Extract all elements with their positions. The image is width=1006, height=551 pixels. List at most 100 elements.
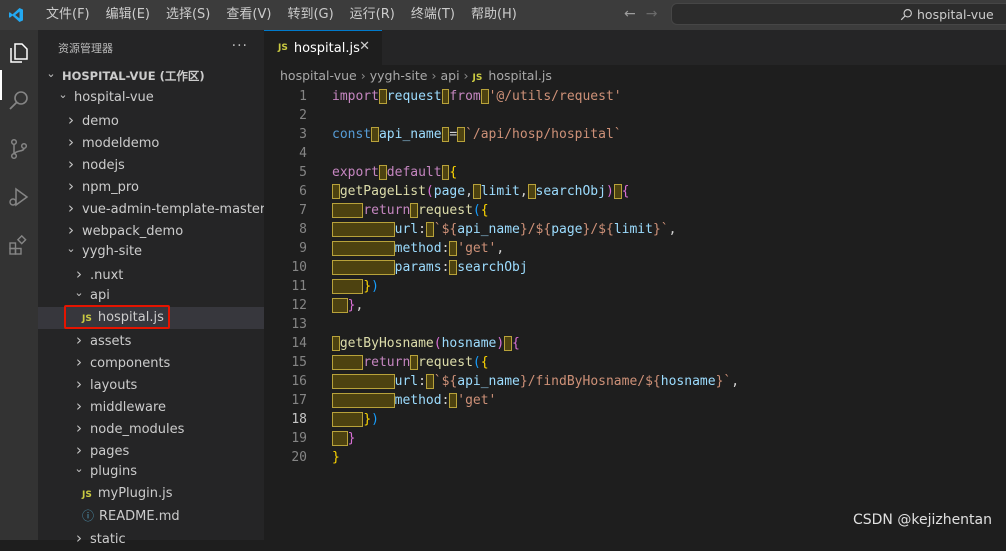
chevron-right-icon: › [68, 177, 74, 195]
watermark: CSDN @kejizhentan [852, 512, 992, 528]
tree-item[interactable]: › static [38, 527, 298, 549]
tree-item[interactable]: › modeldemo [38, 131, 290, 153]
tree-item[interactable]: › demo [38, 109, 290, 131]
line-number: 13 [291, 317, 307, 332]
tree-item[interactable]: › middleware [38, 395, 298, 417]
chevron-right-icon: › [68, 155, 74, 173]
run-debug-icon[interactable] [4, 182, 34, 212]
tree-item-label: .nuxt [90, 268, 124, 283]
menu-item[interactable]: 转到(G) [279, 0, 341, 30]
code-text: getByHosname(hosname) { [332, 334, 520, 353]
tree-item[interactable]: › node_modules [38, 417, 298, 439]
tree-item[interactable]: ⌄ hospital-vue [38, 87, 282, 109]
tree-item-label: layouts [90, 378, 138, 393]
chevron-right-icon: › [76, 397, 82, 415]
code-text: const api_name = `/api/hosp/hospital` [332, 127, 622, 142]
menu-item[interactable]: 帮助(H) [463, 0, 525, 30]
line-number: 20 [291, 450, 307, 465]
tree-item-label: modeldemo [82, 136, 160, 151]
tree-item-label: assets [90, 334, 132, 349]
menu-item[interactable]: 终端(T) [403, 0, 463, 30]
close-icon[interactable]: ✕ [359, 39, 370, 54]
search-icon [900, 8, 912, 20]
line-number: 14 [291, 336, 307, 351]
js-file-icon: JS [82, 490, 92, 500]
explorer-sidebar: 资源管理器 ··· ⌄ HOSPITAL-VUE (工作区) ⌄ hospital-v… [38, 30, 298, 547]
tree-item[interactable]: › npm_pro [38, 175, 290, 197]
line-number: 5 [299, 165, 307, 180]
code-text: url: `${api_name}/findByHosname/${hosnam… [332, 372, 739, 391]
chevron-down-icon: ⌄ [58, 88, 68, 101]
tree-item[interactable]: JS myPlugin.js [38, 483, 298, 505]
tree-item-label: nodejs [82, 158, 125, 173]
menu-item[interactable]: 编辑(E) [98, 0, 158, 30]
line-number: 3 [299, 127, 307, 142]
js-file-icon: JS [472, 73, 483, 83]
tree-item-label: yygh-site [82, 244, 143, 259]
code-text: url: `${api_name}/${page}/${limit}`, [332, 220, 676, 239]
chevron-right-icon: › [463, 68, 469, 83]
tab-label: hospital.js [293, 40, 360, 56]
command-center-text: hospital-vue [917, 6, 994, 22]
breadcrumb-item[interactable]: hospital.js [488, 68, 551, 83]
menu-item[interactable]: 查看(V) [218, 0, 279, 30]
line-number: 1 [299, 89, 307, 104]
source-control-icon[interactable] [4, 134, 34, 164]
tree-item-label: hospital-vue [74, 90, 154, 105]
menu-item[interactable]: 文件(F) [38, 0, 98, 30]
tree-item[interactable]: › assets [38, 329, 298, 351]
tree-item[interactable]: ⌄ yygh-site [38, 241, 290, 263]
code-text: return request({ [332, 353, 489, 372]
tree-item[interactable]: › components [38, 351, 298, 373]
more-actions-icon[interactable]: ··· [232, 38, 248, 54]
line-number: 12 [291, 298, 307, 313]
code-text: method: 'get' [332, 391, 496, 410]
command-center-search[interactable]: hospital-vue [671, 3, 1006, 25]
code-text: }) [332, 410, 379, 429]
tree-item-label: demo [82, 114, 119, 129]
code-text: } [332, 450, 340, 465]
menu-bar: 文件(F) 编辑(E) 选择(S) 查看(V) 转到(G) 运行(R) 终端(T) 帮助(H) [38, 0, 525, 30]
code-text: import request from '@/utils/request' [332, 89, 622, 104]
chevron-right-icon: › [431, 68, 437, 83]
breadcrumb-item[interactable]: yygh-site [370, 68, 428, 83]
chevron-right-icon: › [68, 133, 74, 151]
explorer-header: 资源管理器 ··· [38, 30, 264, 65]
tree-item[interactable]: ⌄ api [38, 285, 298, 307]
line-number: 7 [299, 203, 307, 218]
tree-item[interactable]: ⓘ README.md [38, 505, 298, 527]
explorer-title: 资源管理器 [58, 41, 113, 55]
line-number: 11 [291, 279, 307, 294]
code-text: params: searchObj [332, 258, 528, 277]
search-view-icon[interactable] [4, 86, 34, 116]
line-number: 6 [299, 184, 307, 199]
highlight-box [64, 305, 170, 329]
chevron-down-icon: ⌄ [66, 242, 76, 255]
explorer-icon[interactable] [4, 38, 34, 68]
tree-item[interactable]: › vue-admin-template-master [38, 197, 290, 219]
forward-arrow-icon[interactable]: → [646, 6, 658, 22]
tree-item[interactable]: › nodejs [38, 153, 290, 175]
tree-item[interactable]: ⌄ HOSPITAL-VUE (工作区) [38, 65, 270, 87]
tree-item-label: HOSPITAL-VUE (工作区) [62, 69, 205, 83]
menu-item[interactable]: 选择(S) [158, 0, 218, 30]
line-number: 16 [291, 374, 307, 389]
breadcrumb-item[interactable]: hospital-vue [280, 68, 357, 83]
back-arrow-icon[interactable]: ← [624, 6, 636, 22]
line-number: 9 [299, 241, 307, 256]
chevron-down-icon: ⌄ [46, 67, 56, 80]
chevron-right-icon: › [76, 375, 82, 393]
line-number: 15 [291, 355, 307, 370]
extensions-icon[interactable] [4, 230, 34, 260]
chevron-down-icon: ⌄ [74, 286, 84, 299]
line-number: 10 [291, 260, 307, 275]
breadcrumb-item[interactable]: api [440, 68, 459, 83]
code-text: export default { [332, 165, 458, 180]
menu-item[interactable]: 运行(R) [342, 0, 403, 30]
tree-item-label: myPlugin.js [97, 486, 173, 501]
line-number: 19 [291, 431, 307, 446]
chevron-right-icon: › [360, 68, 366, 83]
tab-hospital-js[interactable]: JS hospital.js ✕ [264, 30, 382, 65]
tree-item[interactable]: › layouts [38, 373, 298, 395]
tree-item[interactable]: ⌄ plugins [38, 461, 298, 483]
